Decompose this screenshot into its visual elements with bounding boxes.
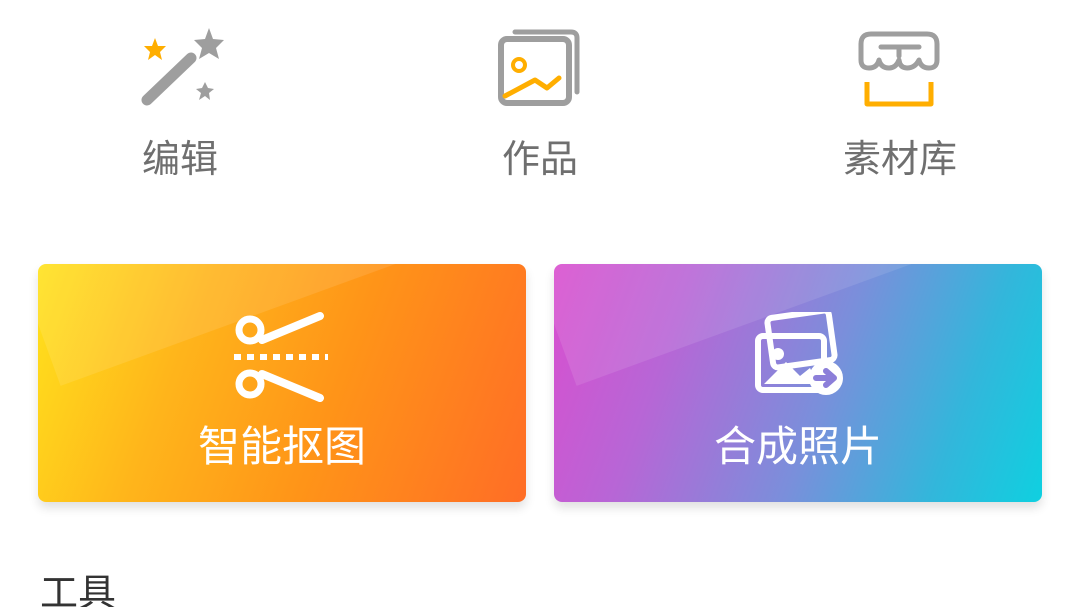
nav-edit[interactable]: 编辑 bbox=[60, 22, 300, 192]
store-icon bbox=[855, 22, 945, 112]
nav-works-label: 作品 bbox=[501, 137, 578, 181]
compose-photo-card[interactable]: 合成照片 bbox=[554, 264, 1042, 502]
magic-wand-icon bbox=[135, 22, 225, 112]
compose-photo-label: 合成照片 bbox=[713, 422, 882, 471]
tools-section-title: 工具 bbox=[40, 571, 117, 607]
nav-library-label: 素材库 bbox=[842, 137, 957, 181]
smart-cutout-card[interactable]: 智能抠图 bbox=[38, 264, 526, 502]
nav-works[interactable]: 作品 bbox=[420, 22, 660, 192]
gallery-icon bbox=[495, 22, 585, 112]
scissors-icon bbox=[232, 312, 332, 402]
home-screen: 编辑 作品 素材库 智能抠图 合成照片 工具 bbox=[0, 0, 1080, 607]
photo-export-icon bbox=[748, 312, 848, 402]
smart-cutout-label: 智能抠图 bbox=[197, 422, 366, 471]
nav-library[interactable]: 素材库 bbox=[780, 22, 1020, 192]
nav-edit-label: 编辑 bbox=[141, 137, 218, 181]
